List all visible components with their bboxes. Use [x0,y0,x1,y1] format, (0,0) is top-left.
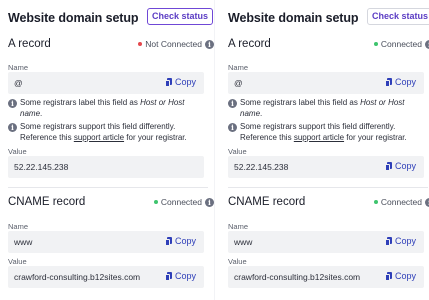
info-icon: i [228,123,237,132]
cname-record-name-field: www Copy [228,231,424,253]
a-record-value-value: 52.22.145.238 [234,162,289,172]
cname-record-value-label: Value [8,257,27,266]
cname-record-status-text: Connected [160,197,202,207]
copy-icon [384,271,392,281]
registrar-note-support-text: Some registrars support this field diffe… [240,122,428,143]
copy-label: Copy [174,236,196,246]
copy-icon [164,77,172,87]
info-icon[interactable]: i [205,39,214,49]
copy-label: Copy [394,161,416,171]
copy-icon [384,236,392,246]
a-record-status: Connected i [373,39,429,49]
panel-header: Website domain setup Check status [8,8,213,28]
info-icon[interactable]: i [425,197,429,207]
a-record-name-field: @ Copy [228,72,424,94]
a-record-value-field: 52.22.145.238 Copy [228,156,424,178]
copy-icon [164,271,172,281]
cname-record-name-label: Name [8,222,29,231]
info-icon[interactable]: i [205,197,214,207]
a-record-value-label: Value [8,147,27,156]
copy-icon [384,161,392,171]
cname-record-value-copy-button[interactable]: Copy [384,271,416,281]
a-record-value-label: Value [228,147,247,156]
note-text-end: for your registrar. [344,132,407,142]
support-article-link[interactable]: support article [294,133,344,142]
cname-record-name-copy-button[interactable]: Copy [384,236,416,246]
panel-title: Website domain setup [228,11,359,25]
copy-label: Copy [174,271,196,281]
cname-record-status: Connected i [153,197,214,207]
a-record-name-label: Name [8,63,29,72]
cname-record-status-text: Connected [380,197,422,207]
note-text-end: . [260,108,263,118]
a-record-name-copy-button[interactable]: Copy [164,77,196,87]
a-record-status-text: Connected [380,39,422,49]
a-record-value-copy-button[interactable]: Copy [384,161,416,171]
registrar-note-host-text: Some registrars label this field as Host… [240,98,428,119]
note-text: Some registrars label this field as [20,98,141,107]
status-dot-icon [153,200,158,204]
status-dot-icon [138,42,143,46]
section-divider [228,187,428,188]
note-text-end: for your registrar. [124,132,187,142]
panel-title: Website domain setup [8,11,139,25]
registrar-note-host-text: Some registrars label this field as Host… [20,98,208,119]
cname-record-name-copy-button[interactable]: Copy [164,236,196,246]
info-icon: i [8,99,17,108]
check-status-button[interactable]: Check status [147,8,213,25]
cname-record-value-value: crawford-consulting.b12sites.com [14,272,141,282]
registrar-note-support-text: Some registrars support this field diffe… [20,122,208,143]
cname-record-value-value: crawford-consulting.b12sites.com [234,272,361,282]
copy-icon [164,236,172,246]
section-divider [8,187,208,188]
status-dot-icon [373,42,378,46]
panel-header: Website domain setup Check status [228,8,429,28]
a-record-value-value: 52.22.145.238 [14,162,69,172]
support-article-link[interactable]: support article [74,133,124,142]
cname-record-value-copy-button[interactable]: Copy [164,271,196,281]
a-record-header: A record Connected i [228,38,429,52]
column-divider [214,0,215,300]
cname-record-value-field: crawford-consulting.b12sites.com Copy [8,266,204,288]
a-record-name-copy-button[interactable]: Copy [384,77,416,87]
cname-record-header: CNAME record Connected i [228,196,429,210]
cname-record-status: Connected i [373,197,429,207]
info-icon[interactable]: i [425,39,429,49]
a-record-name-field: @ Copy [8,72,204,94]
a-record-name-value: @ [234,78,243,88]
a-record-name-label: Name [228,63,249,72]
cname-record-name-value: www [234,237,253,247]
check-status-button[interactable]: Check status [367,8,429,25]
a-record-value-field: 52.22.145.238 [8,156,204,178]
a-record-name-value: @ [14,78,23,88]
cname-record-name-label: Name [228,222,249,231]
a-record-title: A record [8,38,51,50]
copy-label: Copy [394,271,416,281]
a-record-status-text: Not Connected [145,39,202,49]
note-text: Some registrars label this field as [240,98,361,107]
cname-record-name-field: www Copy [8,231,204,253]
copy-icon [384,77,392,87]
cname-record-value-field: crawford-consulting.b12sites.com Copy [228,266,424,288]
cname-record-title: CNAME record [228,196,306,208]
info-icon: i [228,99,237,108]
cname-record-name-value: www [14,237,33,247]
a-record-status: Not Connected i [138,39,214,49]
a-record-header: A record Not Connected i [8,38,214,52]
note-text-end: . [40,108,43,118]
info-icon: i [8,123,17,132]
copy-label: Copy [174,77,196,87]
a-record-title: A record [228,38,271,50]
status-dot-icon [373,200,378,204]
copy-label: Copy [394,77,416,87]
copy-label: Copy [394,236,416,246]
cname-record-header: CNAME record Connected i [8,196,214,210]
cname-record-value-label: Value [228,257,247,266]
cname-record-title: CNAME record [8,196,86,208]
